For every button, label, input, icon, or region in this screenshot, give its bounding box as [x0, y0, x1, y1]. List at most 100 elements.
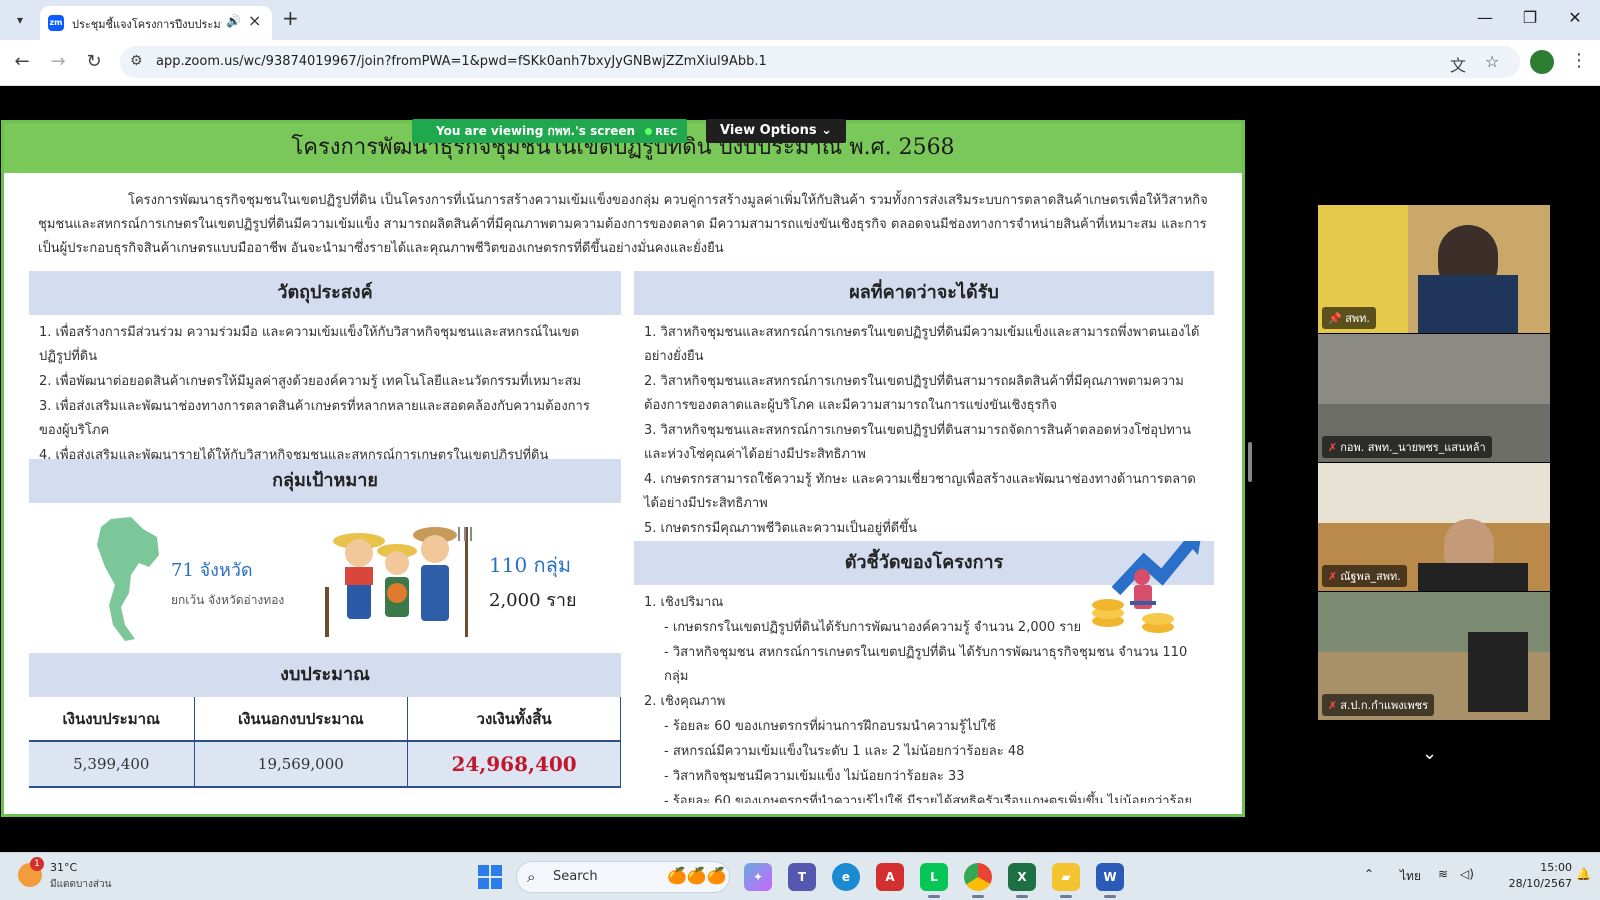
clock-time[interactable]: 15:00 — [1512, 861, 1572, 874]
list-item: - ร้อยละ 60 ของเกษตรกรที่ผ่านการฝึกอบรมน… — [664, 719, 996, 734]
list-item: 2. วิสาหกิจชุมชนและสหกรณ์การเกษตรในเขตปฏ… — [644, 374, 1184, 413]
browser-toolbar: ← → ↻ ⚙ app.zoom.us/wc/93874019967/join?… — [0, 40, 1600, 86]
recording-indicator: REC — [645, 127, 677, 138]
participant-name: ✗ ณัฐพล_สพท. — [1322, 565, 1407, 587]
participant-video-tile[interactable]: ✗ กอพ. สพท._นายพชร_แสนหล้า — [1318, 334, 1550, 462]
browser-menu-icon[interactable]: ⋮ — [1570, 50, 1588, 71]
participant-video-tile[interactable]: 📌 สพท. — [1318, 205, 1550, 333]
list-item: 1. เพื่อสร้างการมีส่วนร่วม ความร่วมมือ แ… — [39, 325, 580, 364]
search-highlight-icon: 🍊🍊🍊 — [667, 866, 727, 885]
tab-search-button[interactable]: ▾ — [8, 8, 32, 32]
province-note: ยกเว้น จังหวัดอ่างทอง — [171, 593, 285, 607]
panel-resize-handle[interactable] — [1248, 442, 1252, 482]
list-item: 2. เพื่อพัฒนาต่อยอดสินค้าเกษตรให้มีมูลค่… — [39, 374, 582, 389]
share-status-text: You are viewing กพท.'s screen — [436, 124, 636, 138]
reload-button[interactable]: ↻ — [82, 51, 106, 72]
word-icon[interactable]: W — [1096, 863, 1124, 891]
line-app-icon[interactable]: L — [920, 863, 948, 891]
results-list: 1. วิสาหกิจชุมชนและสหกรณ์การเกษตรในเขตปฏ… — [634, 315, 1214, 548]
list-item: 4. เกษตรกรสามารถใช้ความรู้ ทักษะ และความ… — [644, 472, 1196, 511]
more-participants-chevron-icon[interactable]: ⌄ — [1422, 743, 1437, 764]
zoom-meeting-stage: โครงการพัฒนาธุรกิจชุมชนในเขตปฏิรูปที่ดิน… — [0, 87, 1600, 852]
indicators-panel: ตัวชี้วัดของโครงการ 1. เชิงปริมาณ - เกษต… — [634, 541, 1214, 803]
objectives-heading: วัตถุประสงค์ — [29, 271, 621, 315]
budget-col-header: วงเงินทั้งสิ้น — [407, 697, 621, 742]
excel-active-indicator — [1016, 895, 1028, 898]
new-tab-button[interactable]: + — [282, 8, 299, 28]
target-group-heading: กลุ่มเป้าหมาย — [29, 459, 621, 503]
list-item: - สหกรณ์มีความเข้มแข็งในระดับ 1 และ 2 ไม… — [664, 744, 1025, 759]
wifi-icon[interactable]: ≋ — [1438, 867, 1448, 881]
mic-muted-icon: ✗ — [1328, 570, 1338, 583]
file-explorer-icon[interactable]: ▰ — [1052, 863, 1080, 891]
participant-name: ✗ ส.ป.ก.กำแพงเพชร — [1322, 694, 1434, 716]
table-header-row: เงินงบประมาณ เงินนอกงบประมาณ วงเงินทั้งส… — [29, 697, 621, 742]
screen-share-banner: You are viewing กพท.'s screen REC — [412, 119, 688, 143]
copilot-icon[interactable]: ✦ — [744, 863, 772, 891]
objectives-panel: วัตถุประสงค์ 1. เพื่อสร้างการมีส่วนร่วม … — [29, 271, 621, 463]
taskbar-search[interactable]: ⌕ Search 🍊🍊🍊 — [516, 861, 730, 893]
list-item: 5. เกษตรกรมีคุณภาพชีวิตและความเป็นอยู่ที… — [644, 521, 918, 536]
notification-bell-icon[interactable]: 🔔 — [1576, 867, 1591, 881]
minimize-button[interactable]: — — [1470, 8, 1500, 27]
speaker-icon[interactable]: 🔊 — [226, 14, 241, 28]
people-count: 2,000 ราย — [489, 590, 577, 611]
browser-tab[interactable]: zm ประชุมชี้แจงโครงการปีงบประมาณ 🔊 × — [40, 6, 272, 40]
show-hidden-icons-chevron-icon[interactable]: ⌃ — [1364, 867, 1374, 881]
address-bar[interactable]: ⚙ app.zoom.us/wc/93874019967/join?fromPW… — [120, 46, 1520, 78]
edge-icon[interactable]: e — [832, 863, 860, 891]
weather-temperature[interactable]: 31°C — [50, 861, 77, 874]
list-item: 3. เพื่อส่งเสริมและพัฒนาช่องทางการตลาดสิ… — [39, 399, 590, 438]
zoom-favicon-icon: zm — [48, 15, 64, 31]
restore-button[interactable]: ❐ — [1515, 8, 1545, 27]
farmers-illustration-icon — [325, 527, 472, 637]
translate-icon[interactable]: 文 — [1450, 52, 1466, 76]
growth-chart-icon — [1092, 541, 1201, 633]
close-window-button[interactable]: ✕ — [1560, 8, 1590, 27]
budget-value: 5,399,400 — [29, 741, 195, 788]
chrome-active-indicator — [972, 895, 984, 898]
windows-taskbar: 1 31°C มีแดดบางส่วน ⌕ Search 🍊🍊🍊 ✦ T e A… — [0, 852, 1600, 900]
url-text[interactable]: app.zoom.us/wc/93874019967/join?fromPWA=… — [156, 54, 767, 69]
mic-muted-icon: ✗ — [1328, 699, 1338, 712]
results-panel: ผลที่คาดว่าจะได้รับ 1. วิสาหกิจชุมชนและส… — [634, 271, 1214, 541]
slide-intro-text: โครงการพัฒนาธุรกิจชุมชนในเขตปฏิรูปที่ดิน… — [38, 193, 1208, 256]
budget-total: 24,968,400 — [407, 741, 621, 788]
shared-screen-slide: โครงการพัฒนาธุรกิจชุมชนในเขตปฏิรูปที่ดิน… — [1, 120, 1245, 817]
clock-date[interactable]: 28/10/2567 — [1496, 877, 1572, 890]
chevron-down-icon: ⌄ — [821, 123, 833, 138]
participant-name: 📌 สพท. — [1322, 307, 1376, 329]
bookmark-star-icon[interactable]: ☆ — [1485, 52, 1499, 71]
target-group-panel: กลุ่มเป้าหมาย 71 จังหวัด ยกเว้น จังหวัดอ… — [29, 459, 621, 653]
close-tab-icon[interactable]: × — [248, 11, 261, 30]
group-count: 110 กลุ่ม — [489, 553, 572, 577]
back-button[interactable]: ← — [10, 51, 34, 72]
participant-video-tile[interactable]: ✗ ณัฐพล_สพท. — [1318, 463, 1550, 591]
budget-value: 19,569,000 — [194, 741, 409, 788]
teams-icon[interactable]: T — [788, 863, 816, 891]
volume-icon[interactable]: ◁) — [1460, 867, 1474, 881]
search-label: Search — [553, 869, 598, 884]
list-item: 2. เชิงคุณภาพ — [644, 694, 726, 709]
weather-description[interactable]: มีแดดบางส่วน — [50, 877, 111, 892]
input-language[interactable]: ไทย — [1400, 867, 1421, 886]
table-row: 5,399,400 19,569,000 24,968,400 — [29, 741, 621, 788]
budget-col-header: เงินนอกงบประมาณ — [194, 697, 409, 742]
profile-avatar[interactable] — [1530, 50, 1554, 74]
province-count: 71 จังหวัด — [171, 560, 253, 581]
chrome-icon[interactable] — [964, 863, 992, 891]
participant-video-tile[interactable]: ✗ ส.ป.ก.กำแพงเพชร — [1318, 592, 1550, 720]
acrobat-icon[interactable]: A — [876, 863, 904, 891]
word-active-indicator — [1104, 895, 1116, 898]
forward-button[interactable]: → — [46, 51, 70, 72]
start-button[interactable] — [478, 865, 502, 889]
weather-badge: 1 — [30, 857, 44, 871]
results-heading: ผลที่คาดว่าจะได้รับ — [634, 271, 1214, 315]
participant-name: ✗ กอพ. สพท._นายพชร_แสนหล้า — [1322, 436, 1492, 458]
site-info-icon[interactable]: ⚙ — [130, 53, 143, 69]
list-item: 3. วิสาหกิจชุมชนและสหกรณ์การเกษตรในเขตปฏ… — [644, 423, 1192, 462]
thailand-map-icon — [97, 517, 159, 641]
excel-icon[interactable]: X — [1008, 863, 1036, 891]
view-options-button[interactable]: View Options ⌄ — [706, 119, 847, 143]
list-item: - วิสาหกิจชุมชน สหกรณ์การเกษตรในเขตปฏิรู… — [664, 645, 1188, 684]
